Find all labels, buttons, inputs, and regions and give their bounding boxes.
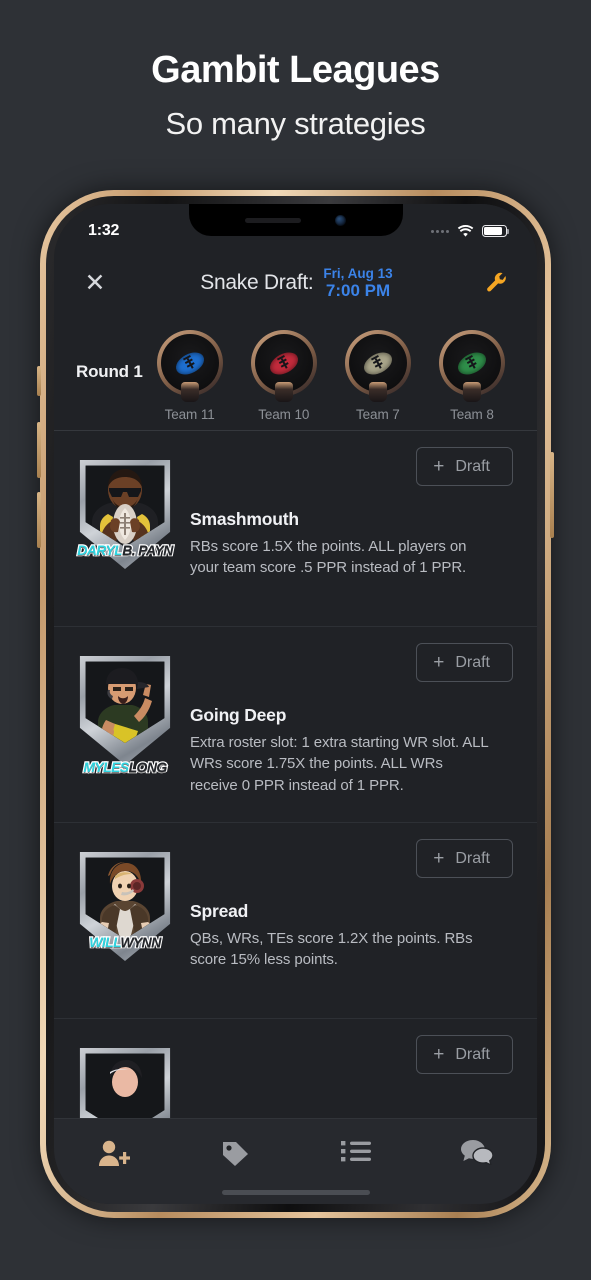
wifi-icon [457, 224, 474, 238]
phone-screen: 1:32 ✕ Snake Draft: Fri, Aug 13 7:00 PM … [54, 204, 537, 1204]
strategy-description: QBs, WRs, TEs score 1.2X the points. RBs… [190, 930, 473, 969]
plus-icon: + [433, 652, 445, 673]
avatar: DARYLB. PAYN [76, 453, 175, 579]
team-avatar-0[interactable]: Team 11 [147, 330, 233, 422]
avatar-name: MYLESLONG [72, 758, 178, 775]
battery-icon [482, 225, 510, 237]
tab-add-member[interactable] [54, 1139, 175, 1172]
phone-mockup: 1:32 ✕ Snake Draft: Fri, Aug 13 7:00 PM … [37, 190, 554, 1218]
avatar-name-first: MYLES [82, 758, 130, 775]
header-center: Snake Draft: Fri, Aug 13 7:00 PM [112, 266, 481, 300]
promo-title: Gambit Leagues [151, 49, 440, 91]
team-pin-icon [462, 382, 481, 402]
draft-button-label: Draft [455, 653, 490, 671]
strategy-card[interactable]: + Draft [54, 627, 537, 823]
team-pin-icon [180, 382, 199, 402]
football-icon [454, 347, 490, 379]
round-strip: Round 1 Team 11 Team 10 Team 7 Team 8 [54, 316, 537, 431]
team-ring [438, 330, 505, 402]
tag-icon [221, 1139, 250, 1172]
team-avatar-3[interactable]: Team 8 [429, 330, 515, 422]
tab-list[interactable] [296, 1139, 417, 1168]
draft-button[interactable]: + Draft [416, 839, 513, 878]
team-name: Team 11 [164, 407, 215, 422]
draft-button[interactable]: + Draft [416, 1035, 513, 1074]
promo-header: Gambit Leagues So many strategies [0, 0, 591, 142]
tab-tags[interactable] [175, 1139, 296, 1172]
round-label: Round 1 [76, 362, 143, 381]
football-icon [266, 347, 302, 379]
strategy-description: RBs score 1.5X the points. ALL players o… [190, 538, 467, 577]
home-indicator[interactable] [221, 1190, 370, 1195]
strategy-title: Going Deep [190, 705, 287, 725]
avatar-name-first: WILL [88, 933, 122, 950]
team-name: Team 10 [258, 407, 310, 422]
avatar-name-last: WYNN [119, 933, 162, 950]
team-avatar-2[interactable]: Team 7 [335, 330, 421, 422]
list-icon [340, 1139, 371, 1168]
front-camera-icon [335, 214, 346, 226]
notch [188, 204, 403, 236]
team-name: Team 8 [450, 407, 494, 422]
app-header: ✕ Snake Draft: Fri, Aug 13 7:00 PM [54, 250, 537, 316]
signal-dots-icon [431, 229, 449, 233]
team-pin-icon [368, 382, 387, 402]
strategy-title: Spread [190, 901, 249, 921]
team-avatars: Team 11 Team 10 Team 7 Team 8 [143, 330, 519, 422]
chat-bubbles-icon [460, 1139, 494, 1170]
plus-icon: + [433, 456, 445, 477]
draft-button-label: Draft [455, 849, 490, 867]
tab-bar [54, 1118, 537, 1204]
plus-icon: + [433, 848, 445, 869]
draft-datetime[interactable]: Fri, Aug 13 7:00 PM [323, 266, 392, 300]
strategy-card[interactable]: + Draft [54, 431, 537, 627]
draft-date: Fri, Aug 13 [323, 265, 393, 281]
avatar: WILLWYNN [76, 845, 174, 971]
team-name: Team 7 [355, 407, 400, 422]
close-icon[interactable]: ✕ [78, 266, 112, 300]
avatar-name-last: B. PAYN [121, 541, 174, 558]
draft-button[interactable]: + Draft [416, 643, 513, 682]
avatar-name: WILLWYNN [72, 933, 178, 950]
strategy-list[interactable]: + Draft DARYLB. PAYN Smashmouth RBs scor… [54, 431, 537, 1158]
draft-button[interactable]: + Draft [416, 447, 513, 486]
strategy-description: Extra roster slot: 1 extra starting WR s… [190, 734, 489, 794]
avatar: MYLESLONG [76, 649, 174, 796]
draft-button-label: Draft [455, 1045, 490, 1063]
silence-switch[interactable] [37, 366, 41, 396]
promo-subtitle: So many strategies [165, 105, 426, 141]
strategy-title: Smashmouth [190, 509, 299, 529]
add-person-icon [98, 1139, 131, 1172]
team-avatar-1[interactable]: Team 10 [241, 330, 327, 422]
team-ring [250, 330, 317, 402]
football-icon [360, 347, 396, 379]
earpiece-speaker-icon [245, 217, 301, 223]
power-button[interactable] [550, 452, 554, 538]
team-ring [344, 330, 411, 402]
team-pin-icon [274, 382, 293, 402]
avatar-name: DARYLB. PAYN [72, 541, 178, 558]
draft-time: 7:00 PM [325, 281, 391, 301]
wrench-icon[interactable] [481, 268, 511, 298]
draft-button-label: Draft [455, 457, 490, 475]
avatar-name-last: LONG [127, 758, 168, 775]
plus-icon: + [433, 1044, 445, 1065]
status-clock: 1:32 [88, 222, 120, 239]
team-ring [156, 330, 223, 402]
football-icon [171, 347, 208, 379]
page-title: Snake Draft: [200, 270, 314, 294]
volume-up-button[interactable] [37, 422, 41, 478]
tab-chat[interactable] [416, 1139, 537, 1170]
avatar-name-first: DARYL [76, 541, 124, 558]
strategy-card[interactable]: + Draft [54, 823, 537, 1019]
volume-down-button[interactable] [37, 492, 41, 548]
